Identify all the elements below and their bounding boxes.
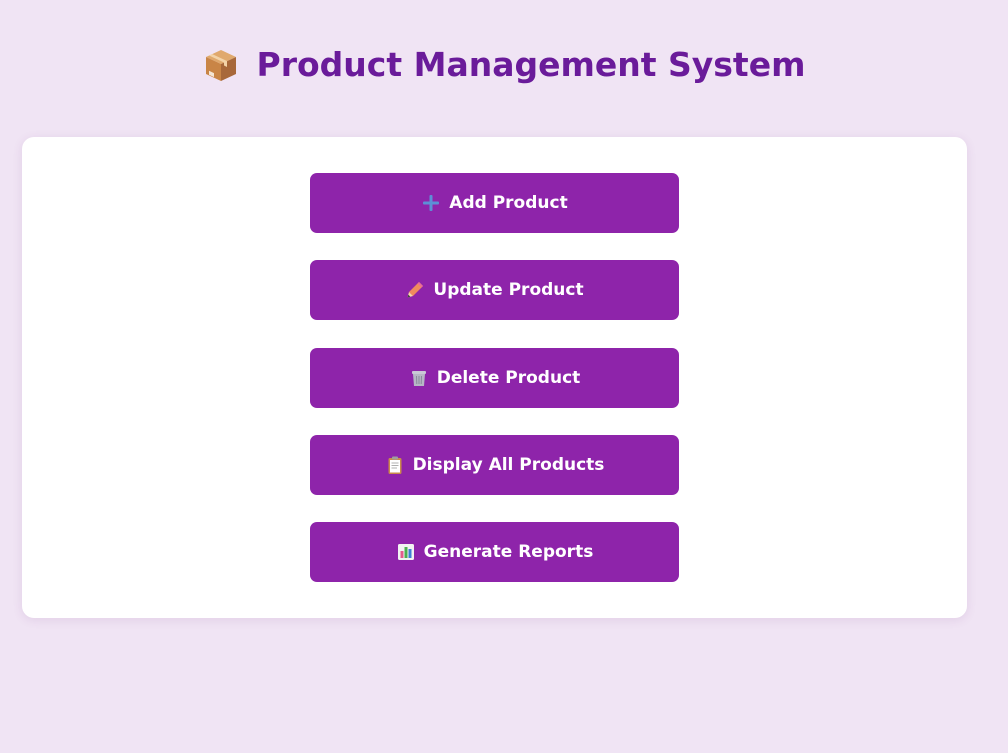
pencil-icon — [405, 280, 425, 300]
bar-chart-icon — [396, 542, 416, 562]
menu-card: Add Product Update Product Delete Produc… — [22, 137, 967, 618]
display-all-products-label: Display All Products — [412, 455, 605, 475]
add-product-label: Add Product — [449, 193, 568, 213]
delete-product-label: Delete Product — [436, 368, 581, 388]
generate-reports-button[interactable]: Generate Reports — [310, 522, 679, 582]
package-box-icon — [203, 47, 239, 83]
delete-product-button[interactable]: Delete Product — [310, 348, 679, 408]
page-title: Product Management System — [0, 40, 1008, 97]
update-product-label: Update Product — [433, 280, 584, 300]
update-product-button[interactable]: Update Product — [310, 260, 679, 320]
display-all-products-button[interactable]: Display All Products — [310, 435, 679, 495]
clipboard-icon — [385, 455, 405, 475]
page-title-group: Product Management System — [203, 40, 806, 90]
plus-icon — [421, 193, 441, 213]
generate-reports-label: Generate Reports — [423, 542, 594, 562]
add-product-button[interactable]: Add Product — [310, 173, 679, 233]
trash-icon — [409, 368, 429, 388]
page-title-text: Product Management System — [256, 45, 806, 84]
